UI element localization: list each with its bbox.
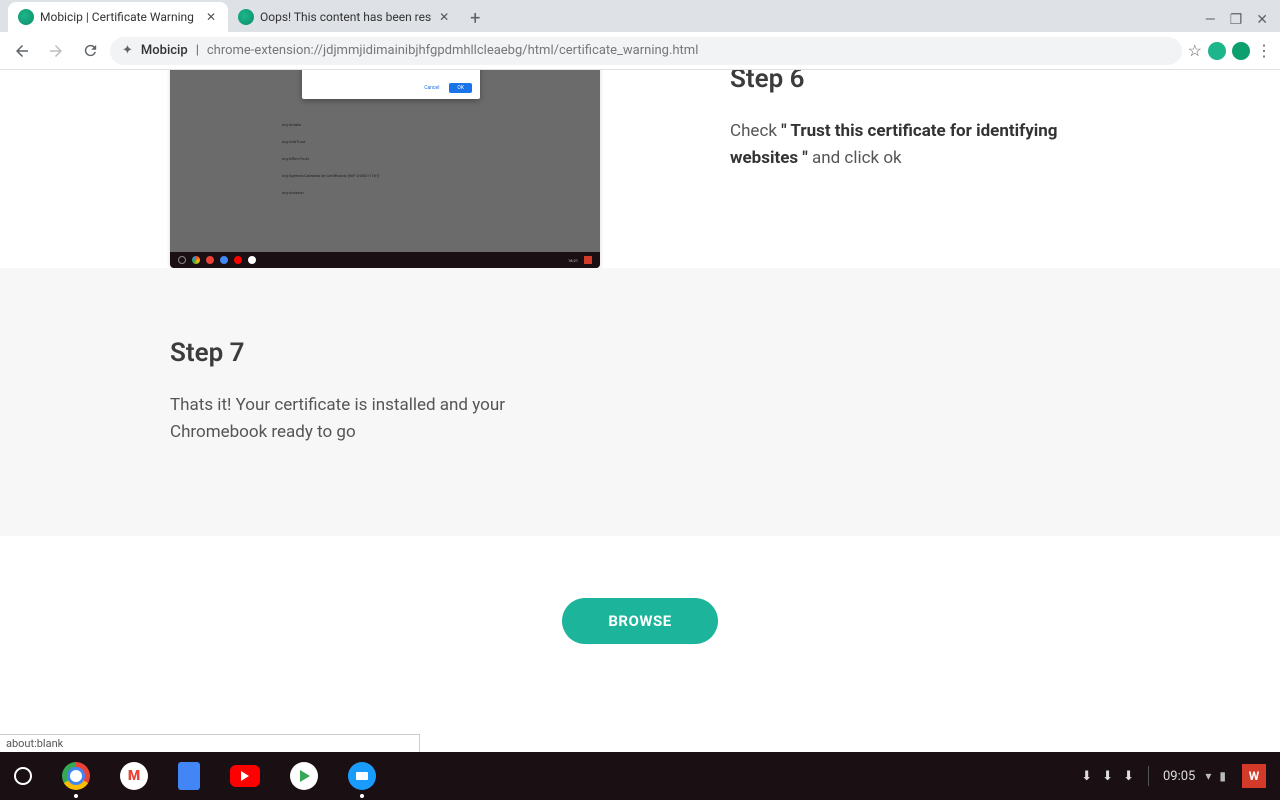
url-path: chrome-extension://jdjmmjidimainibjhfgpd… — [207, 43, 699, 58]
toolbar: ✦ Mobicip | chrome-extension://jdjmmjidi… — [0, 32, 1280, 70]
tab-title: Oops! This content has been res — [260, 10, 431, 24]
status-bar: about:blank — [0, 734, 420, 752]
favicon-icon — [18, 9, 34, 25]
download-icon[interactable]: ⬇ — [1102, 769, 1113, 784]
launcher-icon[interactable] — [14, 767, 32, 785]
maximize-icon[interactable]: ❐ — [1230, 12, 1243, 28]
download-icon[interactable]: ⬇ — [1123, 769, 1134, 784]
browser-chrome: Mobicip | Certificate Warning ✕ Oops! Th… — [0, 0, 1280, 70]
download-icon[interactable]: ⬇ — [1081, 769, 1092, 784]
window-controls: — ❐ ✕ — [1205, 12, 1280, 32]
step6-heading: Step 6 — [730, 70, 1110, 94]
page-content: Certificate authority The certificate 'r… — [0, 70, 1280, 752]
tab-background[interactable]: Oops! This content has been res ✕ — [228, 2, 461, 32]
favicon-icon — [238, 9, 254, 25]
step7-section: Step 7 Thats it! Your certificate is ins… — [0, 268, 1280, 536]
new-tab-button[interactable]: + — [461, 4, 489, 32]
extension-badge-icon[interactable] — [1232, 42, 1250, 60]
docs-icon[interactable] — [178, 762, 200, 790]
reload-button[interactable] — [76, 37, 104, 65]
play-store-icon[interactable] — [290, 762, 318, 790]
gmail-icon[interactable] — [120, 762, 148, 790]
tab-strip: Mobicip | Certificate Warning ✕ Oops! Th… — [0, 0, 1280, 32]
tab-title: Mobicip | Certificate Warning — [40, 10, 198, 24]
youtube-icon[interactable] — [230, 765, 260, 787]
address-bar[interactable]: ✦ Mobicip | chrome-extension://jdjmmjidi… — [110, 37, 1182, 65]
battery-icon[interactable]: ▮ — [1219, 769, 1226, 783]
minimize-icon[interactable]: — — [1205, 12, 1216, 28]
chrome-icon[interactable] — [62, 762, 90, 790]
close-icon[interactable]: ✕ — [437, 10, 451, 24]
step7-body: Thats it! Your certificate is installed … — [170, 392, 530, 446]
browse-button[interactable]: BROWSE — [562, 598, 717, 644]
bookmark-icon[interactable]: ☆ — [1188, 41, 1202, 60]
close-icon[interactable]: ✕ — [204, 10, 218, 24]
extension-icon: ✦ — [122, 43, 133, 58]
clock[interactable]: 09:05 — [1163, 769, 1195, 784]
forward-button[interactable] — [42, 37, 70, 65]
app-indicator-icon[interactable]: W — [1242, 764, 1266, 788]
step7-heading: Step 7 — [170, 338, 1110, 368]
close-window-icon[interactable]: ✕ — [1256, 12, 1268, 28]
url-host: Mobicip — [141, 43, 188, 58]
menu-icon[interactable]: ⋮ — [1256, 41, 1272, 60]
step6-body: Check " Trust this certificate for ident… — [730, 118, 1110, 172]
system-tray[interactable]: ⬇ ⬇ ⬇ 09:05 ▾ ▮ W — [1081, 764, 1266, 788]
back-button[interactable] — [8, 37, 36, 65]
tab-active[interactable]: Mobicip | Certificate Warning ✕ — [8, 2, 228, 32]
extension-badge-icon[interactable] — [1208, 42, 1226, 60]
step6-illustration: Certificate authority The certificate 'r… — [170, 70, 600, 268]
files-icon[interactable] — [348, 762, 376, 790]
chromeos-shelf: ⬇ ⬇ ⬇ 09:05 ▾ ▮ W — [0, 752, 1280, 800]
wifi-icon[interactable]: ▾ — [1205, 769, 1211, 783]
